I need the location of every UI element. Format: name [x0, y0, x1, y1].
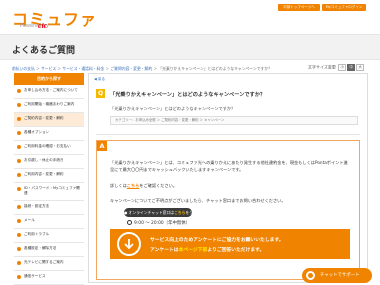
sidebar-item[interactable]: 接続・設定方法	[14, 201, 84, 215]
bullet-icon	[17, 131, 21, 135]
arrow-down-icon	[117, 232, 141, 256]
sidebar: 目的から探す お申し込み方法・ご案内について ご利用開始・機器まわりご案内 ご契…	[14, 73, 84, 285]
chat-bubble-icon: ●	[124, 210, 128, 215]
survey-banner[interactable]: サービス向上のためアンケートにご協力をお願いいたします。 アンケートは本ページ下…	[110, 229, 350, 259]
back-link[interactable]: ◀ 戻る	[94, 77, 105, 82]
clock-icon	[127, 220, 132, 225]
sidebar-heading: 目的から探す	[14, 73, 84, 85]
sidebar-item[interactable]: メール	[14, 215, 84, 229]
answer-text: 「光乗りかえキャンペーン」とは、コミュファ光への乗りかえにあたり発生する他社違約…	[110, 160, 348, 172]
font-size-label: 文字サイズ変更	[308, 64, 336, 70]
bullet-icon	[17, 145, 21, 149]
font-size-small-button[interactable]: 小	[338, 64, 347, 71]
answer-box: A 「光乗りかえキャンペーン」とは、コミュファ光への乗りかえにあたり発生する他社…	[96, 140, 360, 280]
breadcrumb-item[interactable]: 前払いの支払	[12, 66, 35, 71]
question-title: 「光乗りかえキャンペーン」とはどのようなキャンペーンですか？	[110, 92, 266, 98]
sidebar-item[interactable]: 各種オプション	[14, 127, 84, 141]
sidebar-item[interactable]: 光テレビに関するご案内	[14, 257, 84, 271]
survey-line-1: サービス向上のためアンケートにご協力をお願いいたします。	[150, 238, 284, 243]
chat-icon	[306, 271, 315, 280]
sidebar-item[interactable]: ご利用料金の確認・お支払い	[14, 141, 84, 155]
site-header: コミュファ Powered by ctc 中部トップページへ Myコミュファログ…	[0, 0, 380, 32]
logo-brand: ctc	[38, 21, 48, 30]
page-title: よくあるご質問	[12, 46, 76, 56]
answer-chat-note: キャンペーンについてご不明点がございましたら、チャット窓口までお問い合わせくださ…	[110, 198, 286, 203]
breadcrumb-item[interactable]: サービス・通話料・料金	[62, 66, 104, 71]
sidebar-item[interactable]: ご利用内容・変更・解約	[14, 169, 84, 183]
question-badge: Q	[96, 89, 105, 98]
chat-hours: 9:00 ～ 20:00（年中無休）	[127, 220, 190, 226]
faq-panel: ◀ 戻る Q 「光乗りかえキャンペーン」とはどのようなキャンペーンですか？ 「光…	[88, 73, 368, 283]
bullet-icon	[17, 117, 21, 121]
bullet-icon	[17, 219, 21, 223]
breadcrumb-current: 「光乗りかえキャンペーン」とはどのようなキャンペーンですか？	[158, 66, 272, 71]
bullet-icon	[17, 233, 21, 237]
bullet-icon	[17, 261, 21, 265]
bullet-icon	[17, 173, 21, 177]
font-size-large-button[interactable]: 大	[356, 64, 365, 71]
chat-support-button[interactable]: チャットでサポート	[302, 268, 372, 283]
question-subtitle: 「光乗りかえキャンペーン」とはどのようなキャンペーンですか？	[110, 106, 236, 111]
detail-link[interactable]: こちら	[127, 183, 140, 188]
category-box: カテゴリー：お申込み全般 ＞ ご契約内容・変更・解約 ＞ キャンペーン	[110, 116, 358, 125]
bullet-icon	[17, 205, 21, 209]
breadcrumb-item[interactable]: ご質問内容・変更・解約	[110, 66, 152, 71]
sidebar-item[interactable]: ID・パスワード・Myコミュファ関連	[14, 183, 84, 201]
sidebar-item[interactable]: 通信サービス	[14, 271, 84, 285]
bullet-icon	[17, 187, 21, 191]
divider	[96, 134, 360, 135]
answer-detail: 詳しくはこちらをご確認ください。	[110, 183, 178, 188]
sidebar-item[interactable]: ご利用開始・機器まわりご案内	[14, 99, 84, 113]
sidebar-item[interactable]: ご利用トラブル	[14, 229, 84, 243]
sidebar-item[interactable]: お申し込み方法・ご案内について	[14, 85, 84, 99]
title-bar: よくあるご質問	[0, 34, 380, 60]
sidebar-item[interactable]: お引越し・休止の手続き	[14, 155, 84, 169]
bullet-icon	[17, 89, 21, 93]
font-size-control: 文字サイズ変更 小中大	[308, 64, 365, 71]
bullet-icon	[17, 275, 21, 279]
sidebar-item[interactable]: 各種設定・解除方法	[14, 243, 84, 257]
sidebar-item[interactable]: ご契約内容・変更・解約	[14, 113, 84, 127]
top-page-button[interactable]: 中部トップページへ	[278, 4, 320, 11]
bullet-icon	[17, 103, 21, 107]
online-chat-button[interactable]: ● オンラインチャット窓口はこちらをクリック	[124, 208, 204, 217]
survey-line-2: アンケートは本ページ下部よりご回答いただけます。	[150, 248, 265, 253]
mypage-login-button[interactable]: Myコミュファログイン	[322, 4, 366, 11]
breadcrumb: 前払いの支払 ＞ サービス ＞ サービス・通話料・料金 ＞ ご質問内容・変更・解…	[12, 66, 272, 71]
font-size-medium-button[interactable]: 中	[347, 64, 356, 71]
answer-badge: A	[97, 141, 107, 151]
bullet-icon	[17, 159, 21, 163]
bullet-icon	[17, 247, 21, 251]
breadcrumb-item[interactable]: サービス	[41, 66, 56, 71]
